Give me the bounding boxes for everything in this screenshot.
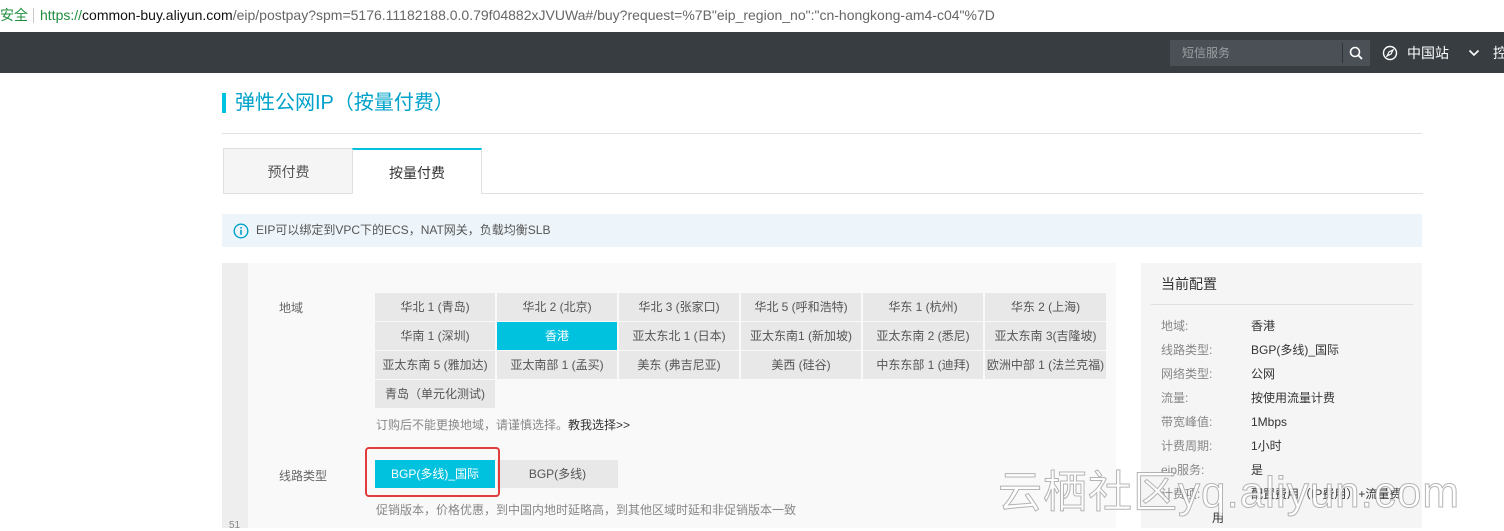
info-icon — [233, 223, 249, 239]
notice-text: EIP可以绑定到VPC下的ECS，NAT网关，负载均衡SLB — [256, 223, 551, 237]
region-option-sydney[interactable]: 亚太东南 2 (悉尼) — [863, 322, 983, 350]
summary-label-traffic: 流量: — [1161, 391, 1189, 405]
tab-baseline — [481, 193, 1423, 194]
region-option-shenzhen[interactable]: 华南 1 (深圳) — [375, 322, 495, 350]
summary-value-network: 公网 — [1251, 367, 1276, 381]
summary-value-billing-cycle: 1小时 — [1251, 439, 1282, 453]
search-icon[interactable] — [1348, 45, 1364, 61]
region-option-kualalumpur[interactable]: 亚太东南 3(吉隆坡) — [985, 322, 1106, 350]
url-text[interactable]: https://common-buy.aliyun.com/eip/postpa… — [40, 0, 995, 30]
url-path: /eip/postpay?spm=5176.11182188.0.0.79f04… — [232, 7, 995, 23]
summary-label-bandwidth: 带宽峰值: — [1161, 415, 1213, 429]
search-input[interactable]: 短信服务 — [1182, 40, 1230, 66]
region-option-hongkong[interactable]: 香港 — [497, 322, 617, 350]
region-field-label: 地域 — [279, 301, 304, 315]
summary-title: 当前配置 — [1161, 276, 1217, 292]
region-option-singapore[interactable]: 亚太东南1 (新加坡) — [741, 322, 861, 350]
security-label: 安全 — [0, 7, 28, 23]
region-hint-text: 订购后不能更换地域，请谨慎选择。 — [376, 418, 569, 432]
page-title: 弹性公网IP（按量付费） — [235, 92, 454, 114]
summary-value-region: 香港 — [1251, 319, 1276, 333]
region-option-japan[interactable]: 亚太东北 1 (日本) — [619, 322, 739, 350]
help-choose-link[interactable]: 教我选择>> — [568, 418, 630, 432]
region-option-huhehaote[interactable]: 华北 5 (呼和浩特) — [741, 293, 861, 321]
region-hint: 订购后不能更换地域，请谨慎选择。教我选择>> — [376, 416, 630, 433]
region-option-virginia[interactable]: 美东 (弗吉尼亚) — [619, 351, 739, 379]
search-divider — [1342, 43, 1343, 63]
address-bar[interactable]: 安全 https://common-buy.aliyun.com/eip/pos… — [0, 0, 1504, 33]
url-protocol: https:// — [40, 7, 83, 23]
address-divider — [33, 8, 34, 23]
region-option-beijing[interactable]: 华北 2 (北京) — [497, 293, 617, 321]
region-option-zhangjiakou[interactable]: 华北 3 (张家口) — [619, 293, 739, 321]
console-link[interactable]: 控 — [1493, 42, 1504, 64]
watermark: 云栖社区yq.aliyun.com — [997, 468, 1461, 518]
region-option-jakarta[interactable]: 亚太东南 5 (雅加达) — [375, 351, 495, 379]
tab-pay-as-you-go[interactable]: 按量付费 — [352, 148, 482, 194]
summary-divider — [1151, 304, 1413, 305]
summary-value-line-type: BGP(多线)_国际 — [1251, 343, 1340, 357]
summary-value-traffic: 按使用流量计费 — [1251, 391, 1336, 405]
region-option-qingdao-test[interactable]: 青岛（单元化测试) — [375, 380, 495, 408]
summary-label-network: 网络类型: — [1161, 367, 1213, 381]
region-option-mumbai[interactable]: 亚太南部 1 (孟买) — [497, 351, 617, 379]
url-host: common-buy.aliyun.com — [82, 7, 233, 23]
search-box[interactable]: 短信服务 — [1170, 40, 1370, 66]
summary-label-region: 地域: — [1161, 319, 1189, 333]
region-option-hangzhou[interactable]: 华东 1 (杭州) — [863, 293, 983, 321]
region-option-frankfurt[interactable]: 欧洲中部 1 (法兰克福) — [985, 351, 1106, 379]
tab-prepaid[interactable]: 预付费 — [223, 148, 353, 194]
line-hint: 促销版本，价格优惠，到中国内地时延略高，到其他区域时延和非促销版本一致 — [376, 503, 797, 517]
info-notice: EIP可以绑定到VPC下的ECS，NAT网关，负载均衡SLB — [222, 214, 1422, 247]
region-label: 中国站 — [1407, 45, 1449, 61]
title-accent-bar — [222, 93, 226, 113]
line-type-label: 线路类型 — [279, 469, 328, 483]
title-divider — [222, 133, 1422, 134]
section-gutter — [222, 263, 248, 528]
gutter-text: 51 — [229, 520, 241, 531]
highlight-box — [365, 447, 500, 497]
region-option-qingdao[interactable]: 华北 1 (青岛) — [375, 293, 495, 321]
region-option-siliconvalley[interactable]: 美西 (硅谷) — [741, 351, 861, 379]
globe-icon — [1382, 45, 1398, 61]
line-option-bgp[interactable]: BGP(多线) — [497, 460, 618, 488]
region-option-shanghai[interactable]: 华东 2 (上海) — [985, 293, 1106, 321]
summary-value-bandwidth: 1Mbps — [1251, 415, 1288, 429]
summary-label-line-type: 线路类型: — [1161, 343, 1213, 357]
chevron-down-icon — [1468, 49, 1480, 57]
summary-label-billing-cycle: 计费周期: — [1161, 439, 1213, 453]
region-option-dubai[interactable]: 中东东部 1 (迪拜) — [863, 351, 983, 379]
